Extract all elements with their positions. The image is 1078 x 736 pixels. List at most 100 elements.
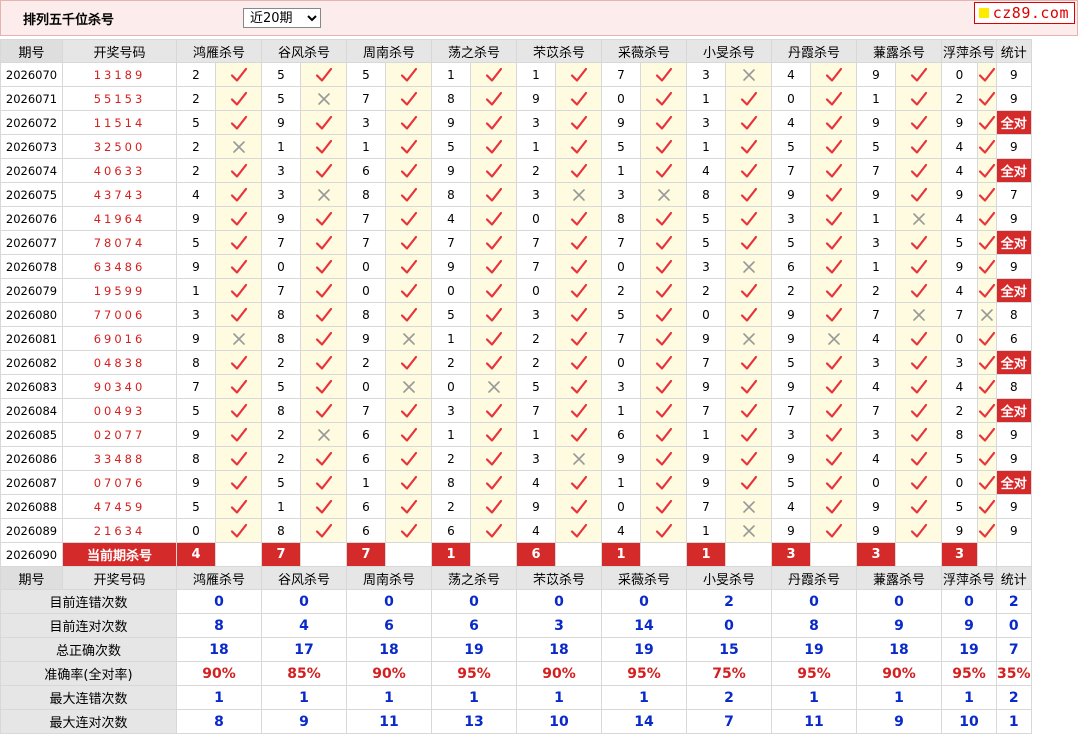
check-icon bbox=[641, 135, 686, 158]
col-header-expert[interactable]: 谷风杀号 bbox=[262, 567, 346, 589]
col-header-expert[interactable]: 鸿雁杀号 bbox=[177, 567, 261, 589]
kill-number-cell: 4 bbox=[772, 495, 810, 518]
kill-number-cell: 9 bbox=[347, 327, 385, 350]
check-icon bbox=[556, 351, 601, 374]
check-icon bbox=[216, 399, 261, 422]
kill-number-cell: 0 bbox=[517, 279, 555, 302]
kill-number-cell: 9 bbox=[602, 447, 640, 470]
cross-icon bbox=[896, 303, 941, 326]
check-icon bbox=[896, 351, 941, 374]
cross-icon bbox=[301, 87, 346, 110]
check-icon bbox=[978, 495, 996, 518]
col-header-expert[interactable]: 蒹露杀号 bbox=[857, 567, 941, 589]
all-correct-badge: 全对 bbox=[997, 399, 1031, 422]
check-icon bbox=[556, 327, 601, 350]
summary-row: 准确率(全对率) 90% 85% 90% 95% 90% 95% 75% 95% 90% 95% 35… bbox=[1, 662, 1031, 685]
summary-value: 11 bbox=[347, 710, 431, 733]
draw-numbers-cell: 63486 bbox=[63, 255, 176, 278]
kill-number-cell: 3 bbox=[347, 111, 385, 134]
check-icon bbox=[726, 279, 771, 302]
kill-number-cell: 2 bbox=[517, 159, 555, 182]
summary-value: 1 bbox=[262, 686, 346, 709]
kill-number-cell: 5 bbox=[857, 135, 895, 158]
col-header-expert[interactable]: 蒹露杀号 bbox=[857, 40, 941, 62]
period-cell: 2026072 bbox=[1, 111, 62, 134]
kill-number-cell: 6 bbox=[347, 495, 385, 518]
check-icon bbox=[811, 375, 856, 398]
draw-numbers-cell: 90340 bbox=[63, 375, 176, 398]
col-header-expert[interactable]: 浮萍杀号 bbox=[942, 567, 996, 589]
kill-number-cell: 5 bbox=[262, 63, 300, 86]
kill-number-cell: 0 bbox=[772, 87, 810, 110]
kill-number-cell: 5 bbox=[177, 111, 215, 134]
check-icon bbox=[216, 519, 261, 542]
col-header-expert[interactable]: 丹霞杀号 bbox=[772, 40, 856, 62]
check-icon bbox=[301, 303, 346, 326]
kill-number-cell: 8 bbox=[177, 351, 215, 374]
check-icon bbox=[471, 207, 516, 230]
summary-value: 75% bbox=[687, 662, 771, 685]
kill-number-cell: 2 bbox=[432, 495, 470, 518]
kill-number-cell: 2 bbox=[942, 87, 977, 110]
col-header-expert[interactable]: 芣苡杀号 bbox=[517, 40, 601, 62]
col-header-expert[interactable]: 小旻杀号 bbox=[687, 40, 771, 62]
summary-value: 0 bbox=[687, 614, 771, 637]
current-kill-blank bbox=[556, 543, 601, 566]
summary-value: 0 bbox=[347, 590, 431, 613]
col-header-expert[interactable]: 荡之杀号 bbox=[432, 567, 516, 589]
summary-value: 18 bbox=[177, 638, 261, 661]
kill-number-cell: 3 bbox=[517, 183, 555, 206]
col-header-expert[interactable]: 小旻杀号 bbox=[687, 567, 771, 589]
col-header-expert[interactable]: 荡之杀号 bbox=[432, 40, 516, 62]
kill-number-cell: 3 bbox=[687, 255, 725, 278]
kill-number-cell: 2 bbox=[602, 279, 640, 302]
period-cell: 2026080 bbox=[1, 303, 62, 326]
cross-icon bbox=[556, 447, 601, 470]
check-icon bbox=[641, 255, 686, 278]
check-icon bbox=[726, 159, 771, 182]
period-select[interactable]: 近20期 bbox=[243, 8, 321, 28]
check-icon bbox=[726, 111, 771, 134]
col-header-expert[interactable]: 浮萍杀号 bbox=[942, 40, 996, 62]
col-header-expert[interactable]: 采薇杀号 bbox=[602, 567, 686, 589]
period-cell: 2026083 bbox=[1, 375, 62, 398]
kill-number-cell: 9 bbox=[942, 111, 977, 134]
table-row: 2026070 13189 2 5 5 1 1 7 3 4 9 0 9 bbox=[1, 63, 1031, 86]
kill-number-cell: 2 bbox=[772, 279, 810, 302]
summary-value: 1 bbox=[432, 686, 516, 709]
summary-value: 1 bbox=[347, 686, 431, 709]
summary-value: 6 bbox=[347, 614, 431, 637]
summary-row: 目前连错次数 0 0 0 0 0 0 2 0 0 0 2 bbox=[1, 590, 1031, 613]
col-header-expert[interactable]: 谷风杀号 bbox=[262, 40, 346, 62]
draw-numbers-cell: 00493 bbox=[63, 399, 176, 422]
col-header-expert[interactable]: 周南杀号 bbox=[347, 40, 431, 62]
site-logo[interactable]: cz89.com bbox=[973, 2, 1075, 24]
summary-value: 9 bbox=[262, 710, 346, 733]
kill-number-cell: 0 bbox=[432, 279, 470, 302]
kill-number-cell: 3 bbox=[432, 399, 470, 422]
col-header-expert[interactable]: 丹霞杀号 bbox=[772, 567, 856, 589]
col-header-expert[interactable]: 芣苡杀号 bbox=[517, 567, 601, 589]
check-icon bbox=[301, 207, 346, 230]
kill-number-cell: 7 bbox=[602, 327, 640, 350]
kill-number-cell: 3 bbox=[942, 351, 977, 374]
col-header-expert[interactable]: 采薇杀号 bbox=[602, 40, 686, 62]
kill-number-cell: 3 bbox=[602, 183, 640, 206]
col-header-expert[interactable]: 周南杀号 bbox=[347, 567, 431, 589]
table-row: 2026073 32500 2 1 1 5 1 5 1 5 5 4 9 bbox=[1, 135, 1031, 158]
check-icon bbox=[556, 159, 601, 182]
summary-value: 1 bbox=[517, 686, 601, 709]
check-icon bbox=[811, 111, 856, 134]
summary-value: 8 bbox=[177, 710, 261, 733]
summary-value: 14 bbox=[602, 614, 686, 637]
col-header-expert[interactable]: 鸿雁杀号 bbox=[177, 40, 261, 62]
kill-number-cell: 2 bbox=[177, 135, 215, 158]
kill-number-cell: 0 bbox=[347, 375, 385, 398]
summary-row: 目前连对次数 8 4 6 6 3 14 0 8 9 9 0 bbox=[1, 614, 1031, 637]
check-icon bbox=[641, 447, 686, 470]
check-icon bbox=[641, 231, 686, 254]
kill-number-cell: 0 bbox=[262, 255, 300, 278]
current-kill-number: 1 bbox=[687, 543, 725, 566]
check-icon bbox=[811, 303, 856, 326]
kill-number-cell: 1 bbox=[857, 87, 895, 110]
